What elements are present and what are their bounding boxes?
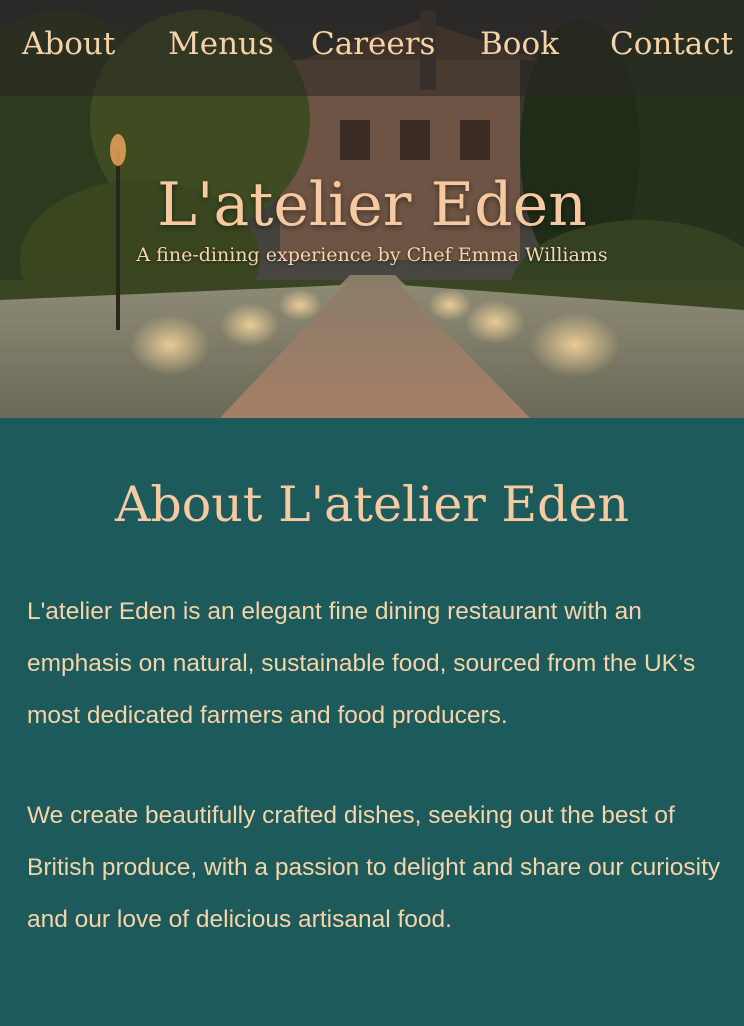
about-paragraph-1: L'atelier Eden is an elegant fine dining… <box>27 598 696 729</box>
nav-link-careers[interactable]: Careers <box>311 24 435 64</box>
about-heading: About L'atelier Eden <box>114 476 630 533</box>
nav-link-menus[interactable]: Menus <box>168 24 274 64</box>
main-nav: About Menus Careers Book Contact <box>0 0 744 96</box>
about-section: About L'atelier Eden L'atelier Eden is a… <box>0 418 744 1026</box>
hero-tagline: A fine-dining experience by Chef Emma Wi… <box>136 244 608 266</box>
hero-title: L'atelier Eden <box>157 170 587 240</box>
nav-link-about[interactable]: About <box>22 24 115 64</box>
about-paragraph-2: We create beautifully crafted dishes, se… <box>27 802 721 933</box>
nav-link-contact[interactable]: Contact <box>610 24 733 64</box>
hero-banner: About Menus Careers Book Contact L'ateli… <box>0 0 744 418</box>
nav-link-book[interactable]: Book <box>480 24 559 64</box>
